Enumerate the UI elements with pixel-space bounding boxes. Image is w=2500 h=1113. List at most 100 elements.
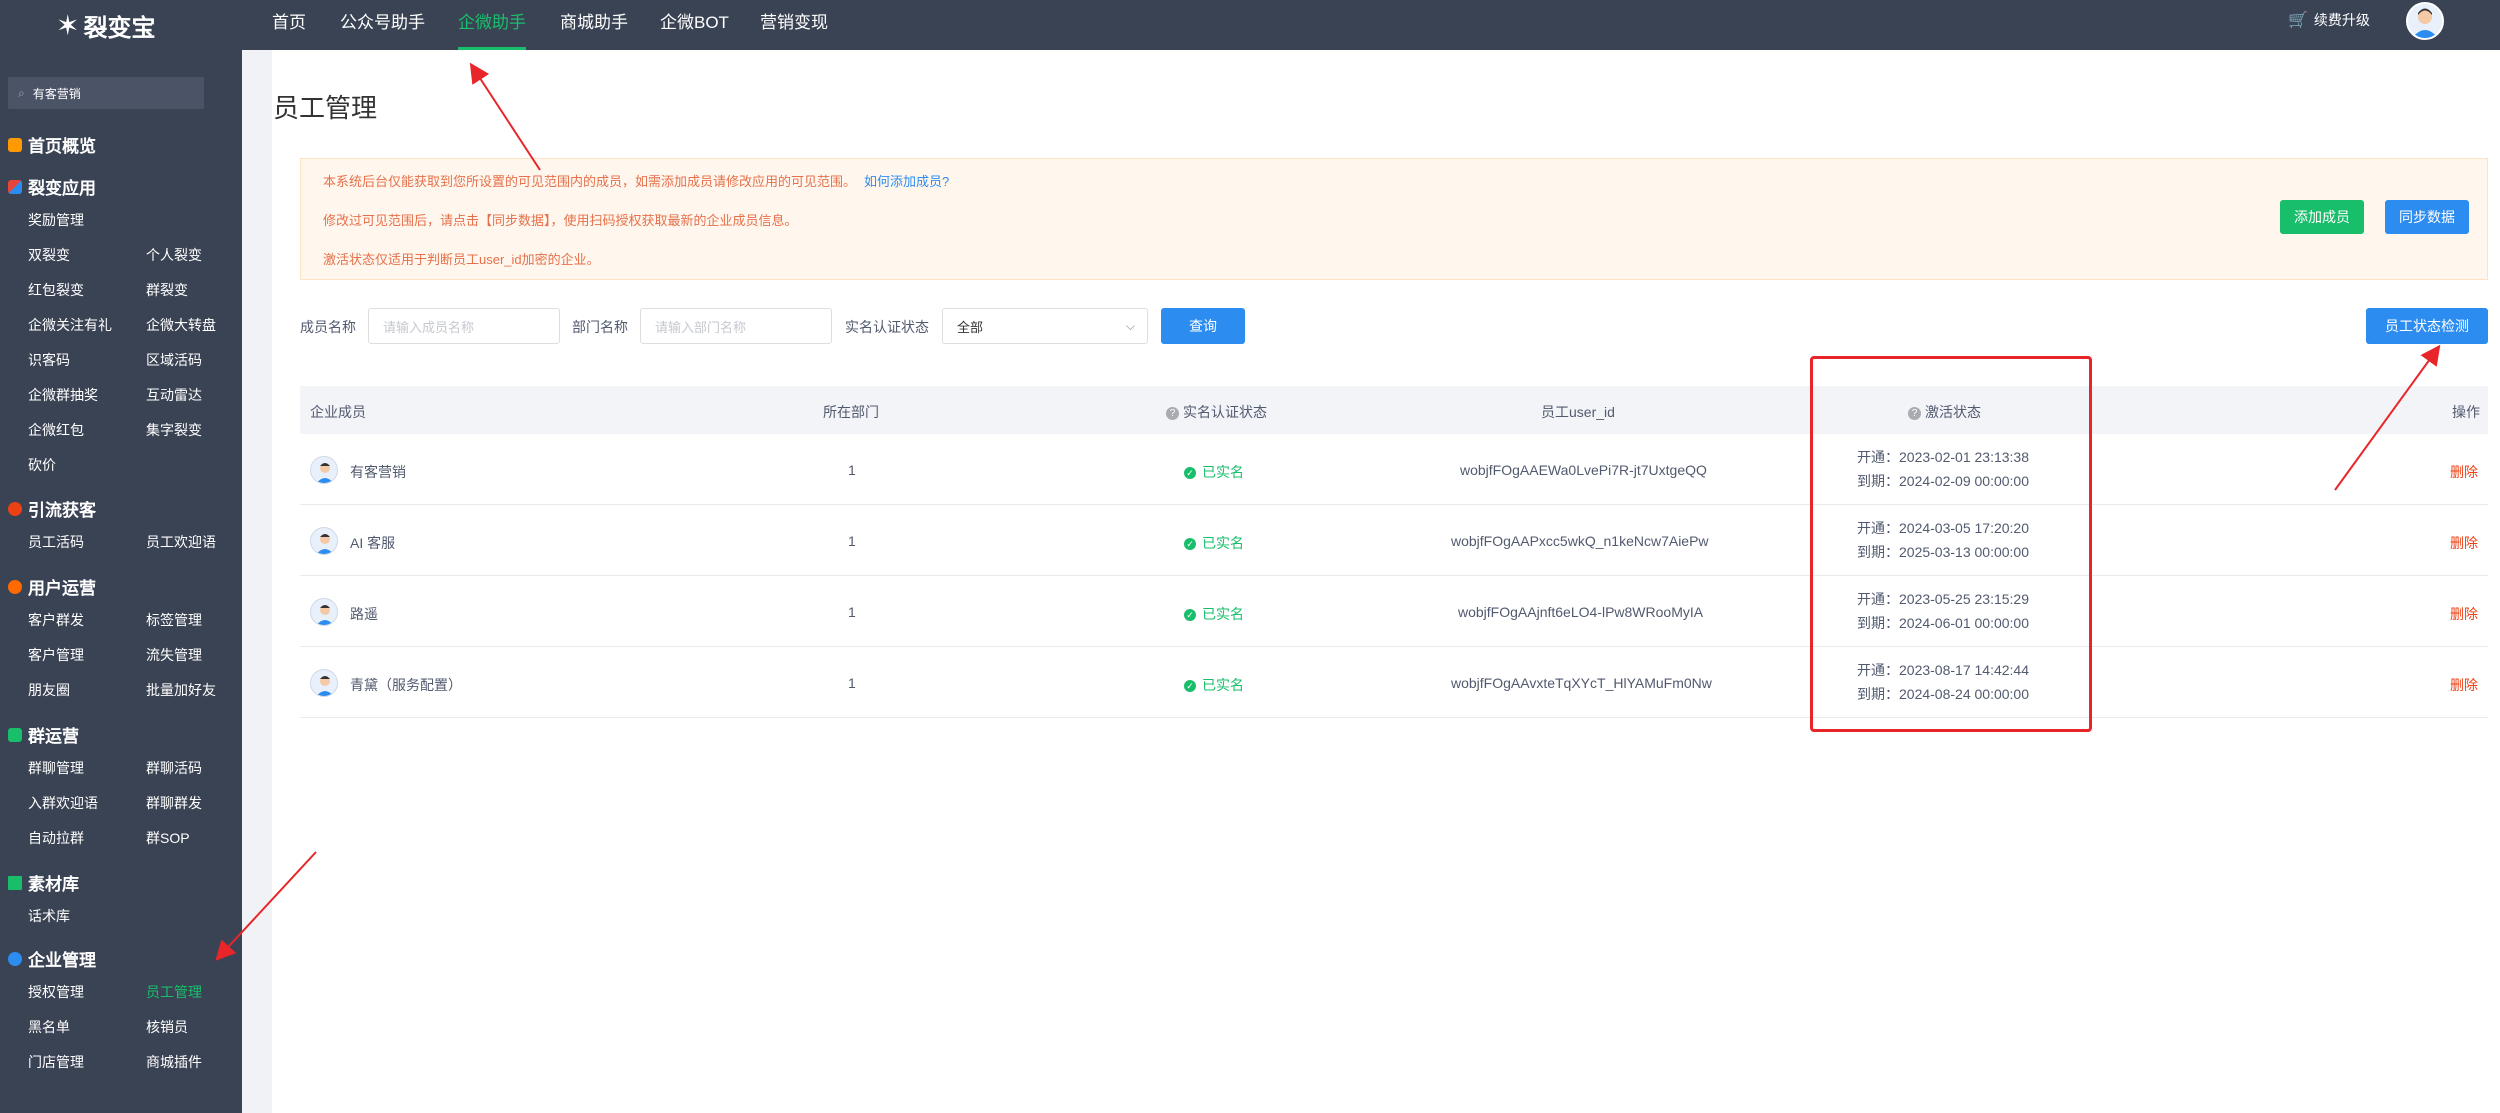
- dept-name-label: 部门名称: [572, 319, 628, 335]
- sidebar-item-batch-add[interactable]: 批量加好友: [146, 680, 216, 700]
- verify-text: 已实名: [1202, 677, 1244, 693]
- home-icon: [8, 137, 22, 152]
- group-title-label: 群运营: [28, 727, 79, 746]
- group-group-ops[interactable]: 群运营: [8, 722, 79, 747]
- status-check-button[interactable]: 员工状态检测: [2366, 308, 2488, 344]
- apps-icon: [8, 179, 22, 194]
- dept-value: 1: [848, 533, 856, 549]
- table-header: 企业成员 所在部门 ? 实名认证状态 员工user_id ? 激活状态 操作: [300, 386, 2488, 434]
- sidebar-item-group-fission[interactable]: 群裂变: [146, 280, 188, 300]
- sidebar-item-follow-gift[interactable]: 企微关注有礼: [28, 315, 112, 335]
- sidebar-item-authorization[interactable]: 授权管理: [28, 982, 84, 1002]
- query-button[interactable]: 查询: [1161, 308, 1245, 344]
- sidebar-item-moments[interactable]: 朋友圈: [28, 680, 70, 700]
- sidebar-item-group-manage[interactable]: 群聊管理: [28, 758, 84, 778]
- chevron-down-icon: ⌵: [1125, 318, 1135, 333]
- sidebar-item-customer-broadcast[interactable]: 客户群发: [28, 610, 84, 630]
- sidebar-item-region-code[interactable]: 区域活码: [146, 350, 202, 370]
- nav-home[interactable]: 首页: [272, 8, 306, 50]
- member-name-input[interactable]: 请输入成员名称: [368, 308, 560, 344]
- sidebar-item-bargain[interactable]: 砍价: [28, 455, 56, 475]
- highlight-box: [1810, 356, 2092, 732]
- group-user-ops[interactable]: 用户运营: [8, 574, 96, 599]
- sidebar-item-rewards[interactable]: 奖励管理: [28, 210, 84, 230]
- group-materials[interactable]: 素材库: [8, 870, 79, 895]
- sidebar-item-word-collect[interactable]: 集字裂变: [146, 420, 202, 440]
- sync-data-button[interactable]: 同步数据: [2385, 200, 2469, 234]
- verify-status: ✓ 已实名: [1184, 462, 1244, 482]
- sidebar-item-group-sop[interactable]: 群SOP: [146, 828, 190, 848]
- notice-text-1: 本系统后台仅能获取到您所设置的可见范围内的成员，如需添加成员请修改应用的可见范围…: [323, 174, 857, 189]
- group-enterprise[interactable]: 企业管理: [8, 946, 96, 971]
- group-fission-apps[interactable]: 裂变应用: [8, 174, 96, 199]
- sidebar-item-redpacket-fission[interactable]: 红包裂变: [28, 280, 84, 300]
- sidebar-item-stores[interactable]: 门店管理: [28, 1052, 84, 1072]
- th-member: 企业成员: [310, 404, 366, 420]
- sidebar-item-personal-fission[interactable]: 个人裂变: [146, 245, 202, 265]
- sidebar-item-identify-code[interactable]: 识客码: [28, 350, 70, 370]
- sidebar-item-wecom-redpacket[interactable]: 企微红包: [28, 420, 84, 440]
- user-id: wobjfFOgAAEWa0LvePi7R-jt7UxtgeQQ: [1460, 462, 1707, 478]
- th-userid: 员工user_id: [1541, 404, 1615, 420]
- sidebar-item-group-lottery[interactable]: 企微群抽奖: [28, 385, 98, 405]
- sidebar-item-group-broadcast[interactable]: 群聊群发: [146, 793, 202, 813]
- upgrade-link[interactable]: 🛒 续费升级: [2288, 10, 2370, 30]
- th-dept: 所在部门: [823, 404, 879, 420]
- member-name: 有客营销: [350, 464, 406, 480]
- sidebar-item-group-welcome[interactable]: 入群欢迎语: [28, 793, 98, 813]
- verify-status-select[interactable]: 全部 ⌵: [942, 308, 1148, 344]
- user-icon: [8, 579, 22, 594]
- nav-mall-assistant[interactable]: 商城助手: [560, 8, 628, 50]
- sidebar-item-customers[interactable]: 客户管理: [28, 645, 84, 665]
- logo[interactable]: ✶ 裂变宝: [56, 8, 155, 43]
- check-icon: ✓: [1184, 467, 1196, 479]
- delete-button[interactable]: 删除: [2450, 462, 2478, 482]
- folder-icon: [8, 875, 22, 890]
- sidebar-search-label: 有客营销: [32, 86, 81, 101]
- sidebar-item-verifier[interactable]: 核销员: [146, 1017, 188, 1037]
- sidebar-item-mall-plugin[interactable]: 商城插件: [146, 1052, 202, 1072]
- sidebar-item-churn[interactable]: 流失管理: [146, 645, 202, 665]
- verify-text: 已实名: [1202, 606, 1244, 622]
- question-icon[interactable]: ?: [1166, 407, 1179, 420]
- notice-line-2: 修改过可见范围后，请点击【同步数据】，使用扫码授权获取最新的企业成员信息。: [323, 213, 798, 228]
- avatar: [310, 456, 338, 484]
- sidebar-item-scripts[interactable]: 话术库: [28, 906, 70, 926]
- how-to-add-link[interactable]: 如何添加成员?: [864, 174, 949, 189]
- dept-value: 1: [848, 604, 856, 620]
- group-home-overview[interactable]: 首页概览: [8, 132, 96, 157]
- traffic-icon: [8, 501, 22, 516]
- add-member-button[interactable]: 添加成员: [2280, 200, 2364, 234]
- delete-button[interactable]: 删除: [2450, 604, 2478, 624]
- sidebar-item-staff-manage[interactable]: 员工管理: [146, 982, 202, 1002]
- dept-value: 1: [848, 462, 856, 478]
- delete-button[interactable]: 删除: [2450, 675, 2478, 695]
- verify-status: ✓ 已实名: [1184, 675, 1244, 695]
- member-name: AI 客服: [350, 535, 396, 551]
- logo-text: 裂变宝: [83, 15, 156, 42]
- sidebar-item-blacklist[interactable]: 黑名单: [28, 1017, 70, 1037]
- sidebar-search[interactable]: ⌕ 有客营销: [8, 77, 204, 109]
- nav-marketing[interactable]: 营销变现: [760, 8, 828, 50]
- sidebar-item-double-fission[interactable]: 双裂变: [28, 245, 70, 265]
- sidebar-item-radar[interactable]: 互动雷达: [146, 385, 202, 405]
- nav-official-account[interactable]: 公众号助手: [340, 8, 425, 50]
- dept-name-input[interactable]: 请输入部门名称: [640, 308, 832, 344]
- group-traffic[interactable]: 引流获客: [8, 496, 96, 521]
- user-id: wobjfFOgAAjnft6eLO4-lPw8WRooMyIA: [1458, 604, 1704, 620]
- sidebar-item-auto-group[interactable]: 自动拉群: [28, 828, 84, 848]
- sidebar-item-wheel[interactable]: 企微大转盘: [146, 315, 216, 335]
- sidebar-item-group-code[interactable]: 群聊活码: [146, 758, 202, 778]
- group-title-label: 素材库: [28, 875, 79, 894]
- dept-value: 1: [848, 675, 856, 691]
- sidebar-item-tags[interactable]: 标签管理: [146, 610, 202, 630]
- group-title-label: 企业管理: [28, 951, 96, 970]
- sidebar-item-staff-code[interactable]: 员工活码: [28, 532, 84, 552]
- delete-button[interactable]: 删除: [2450, 533, 2478, 553]
- nav-wecom-bot[interactable]: 企微BOT: [660, 8, 729, 50]
- member-name: 路遥: [350, 606, 378, 622]
- user-avatar[interactable]: [2406, 2, 2444, 40]
- sidebar-item-staff-welcome[interactable]: 员工欢迎语: [146, 532, 216, 552]
- nav-wecom-assistant[interactable]: 企微助手: [458, 8, 526, 50]
- table-row: 青黛（服务配置） 1 ✓ 已实名 wobjfFOgAAvxteTqXYcT_HlY…: [300, 647, 2488, 718]
